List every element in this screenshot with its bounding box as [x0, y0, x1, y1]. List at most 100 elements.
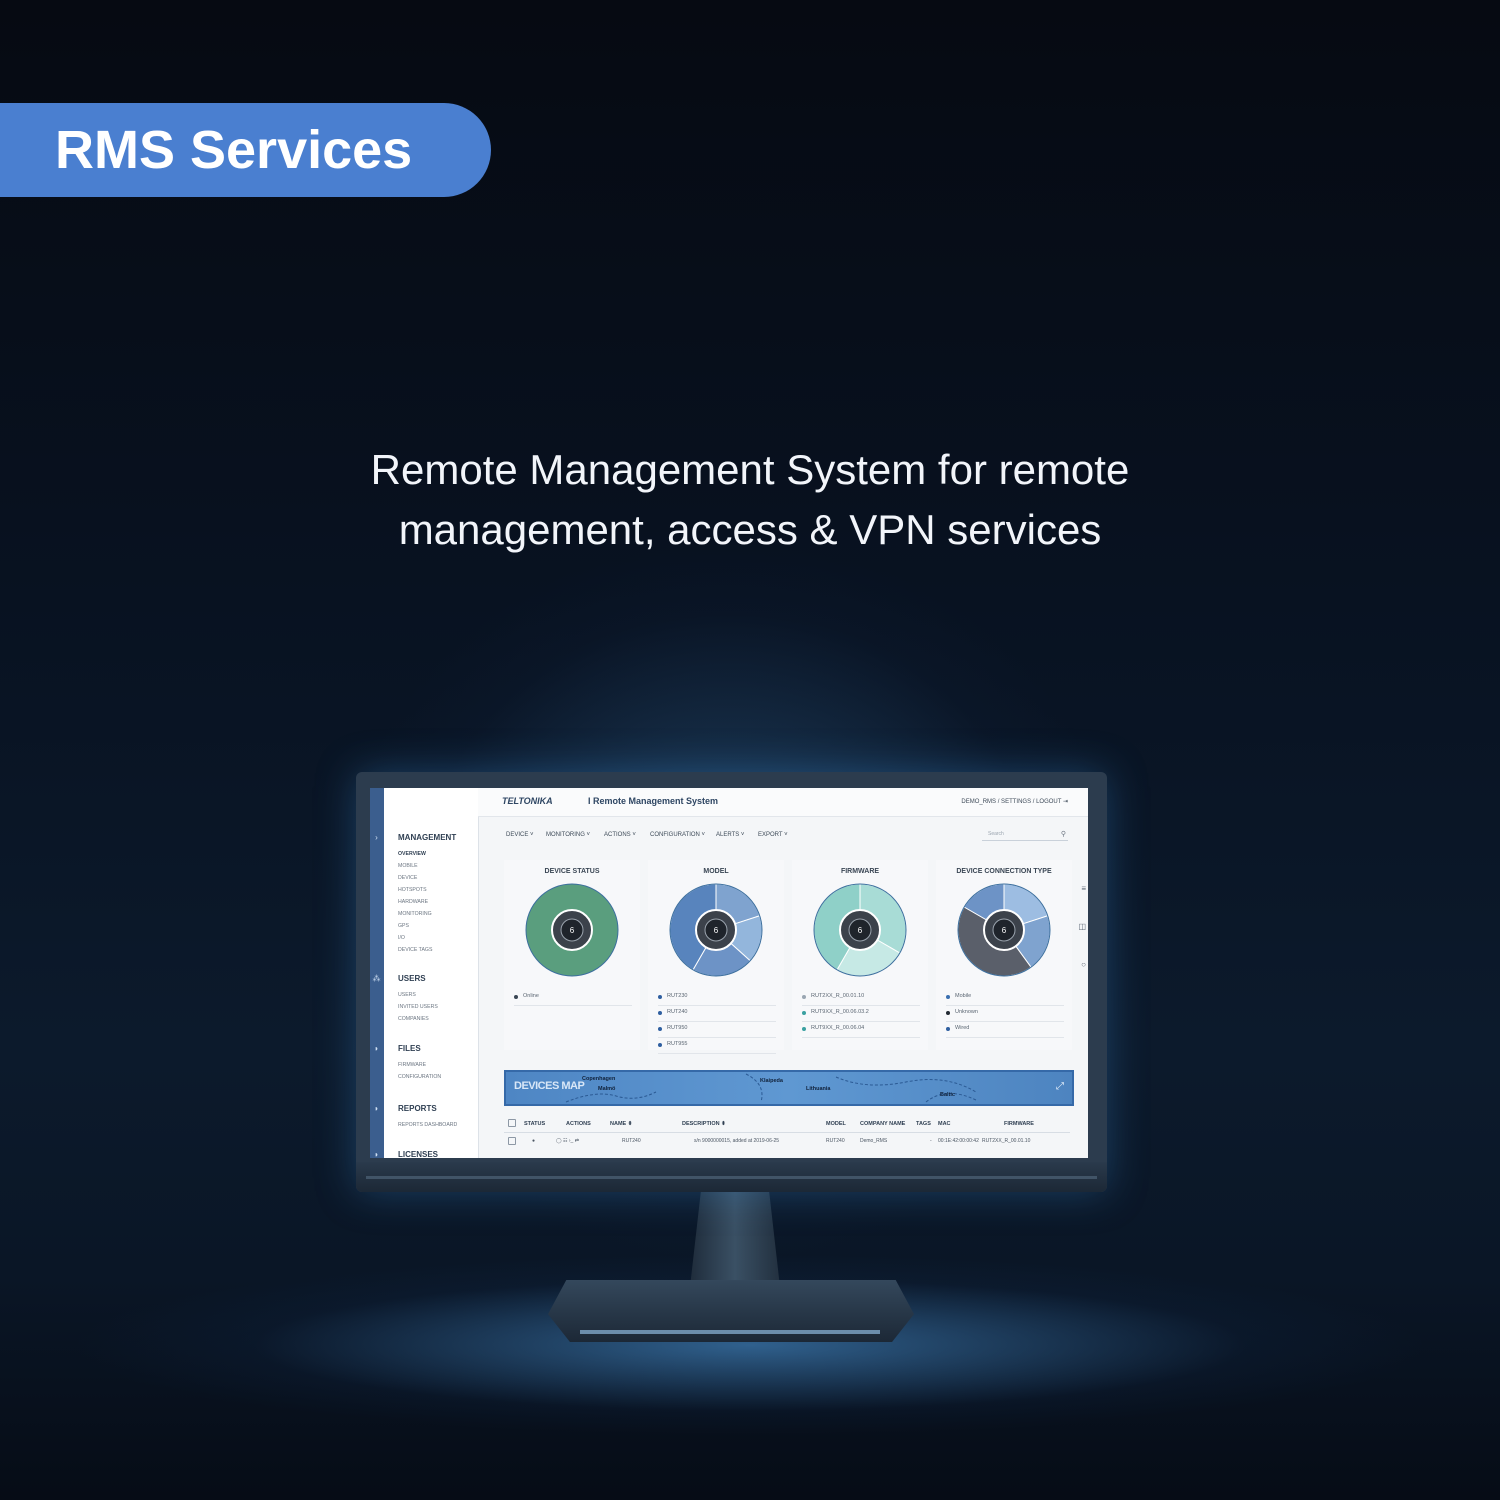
donut-chart[interactable]: 6	[956, 882, 1052, 978]
search-icon[interactable]: ⚲	[1061, 830, 1066, 838]
tagline-line-1: Remote Management System for remote	[370, 446, 1130, 493]
sidebar-item-firmware[interactable]: FIRMWARE	[398, 1062, 426, 1068]
legend-item[interactable]: RUT9XX_R_00.06.03.2	[802, 1006, 920, 1022]
legend-item[interactable]: RUT955	[658, 1038, 776, 1054]
legend-item[interactable]: Online	[514, 990, 632, 1006]
sidebar-item-hotspots[interactable]: HOTSPOTS	[398, 887, 427, 893]
sidebar-section-reports: REPORTS	[398, 1104, 437, 1113]
legend-item[interactable]: Wired	[946, 1022, 1064, 1038]
sidebar-item-invited-users[interactable]: INVITED USERS	[398, 1004, 438, 1010]
col-name[interactable]: NAME ⬍	[610, 1121, 632, 1127]
col-actions[interactable]: ACTIONS	[566, 1121, 591, 1127]
menu-monitoring[interactable]: MONITORING ˅	[546, 832, 590, 838]
legend-dot	[946, 1027, 950, 1031]
legend-label: Online	[523, 993, 539, 999]
row-company: Demo_RMS	[860, 1138, 888, 1144]
sidebar-item-device-tags[interactable]: DEVICE TAGS	[398, 947, 432, 953]
refresh-icon[interactable]: ○	[1081, 960, 1086, 969]
col-company-name[interactable]: COMPANY NAME	[860, 1121, 905, 1127]
legend-item[interactable]: Mobile	[946, 990, 1064, 1006]
rms-services-banner: RMS Services	[0, 103, 491, 197]
main-menu: DEVICE ˅ MONITORING ˅ ACTIONS ˅ CONFIGUR…	[478, 816, 1088, 850]
sidebar-section-licenses: LICENSES	[398, 1150, 439, 1158]
donut-chart[interactable]: 6	[668, 882, 764, 978]
select-all-checkbox[interactable]	[508, 1119, 516, 1127]
app-title: I Remote Management System	[588, 796, 719, 806]
row-description: s/n 9000000015, added at 2019-06-25	[694, 1138, 780, 1144]
filter-icon[interactable]: ≡	[1081, 884, 1086, 893]
donut-chart[interactable]: 6	[812, 882, 908, 978]
row-firmware: RUT2XX_R_00.01.10	[982, 1138, 1031, 1144]
sidebar-item-overview[interactable]: OVERVIEW	[398, 851, 426, 857]
chart-card-2: FIRMWARE 6 RUT2XX_R_00.01.10 RUT9XX_R_00.06…	[792, 860, 928, 1050]
legend-item[interactable]: RUT240	[658, 1006, 776, 1022]
chart-card-0: DEVICE STATUS 6 Online	[504, 860, 640, 1050]
row-name[interactable]: RUT240	[622, 1138, 641, 1144]
row-mac: 00:1E:42:00:00:42	[938, 1138, 979, 1144]
col-mac[interactable]: MAC	[938, 1121, 951, 1127]
map-label-lithuania: Lithuania	[806, 1086, 831, 1092]
sidebar-item-reports-dashboard[interactable]: REPORTS DASHBOARD	[398, 1122, 457, 1128]
devices-map[interactable]: DEVICES MAP Copenhagen Malmö Klaipeda Li…	[504, 1070, 1074, 1106]
legend-label: RUT9XX_R_00.06.03.2	[811, 1009, 869, 1015]
menu-actions[interactable]: ACTIONS ˅	[604, 832, 636, 838]
menu-device[interactable]: DEVICE ˅	[506, 832, 534, 838]
legend-label: RUT950	[667, 1025, 688, 1031]
legend-item[interactable]: RUT2XX_R_00.01.10	[802, 990, 920, 1006]
reports-icon[interactable]: ◗	[372, 1104, 381, 1113]
search-input[interactable]: Search ⚲	[982, 828, 1068, 841]
sidebar-item-companies[interactable]: COMPANIES	[398, 1016, 429, 1022]
legend-item[interactable]: RUT950	[658, 1022, 776, 1038]
chart-card-title: DEVICE STATUS	[544, 868, 600, 875]
sidebar-section-files: FILES	[398, 1044, 421, 1053]
col-description[interactable]: DESCRIPTION ⬍	[682, 1121, 726, 1127]
legend-dot	[658, 1027, 662, 1031]
menu-configuration[interactable]: CONFIGURATION ˅	[650, 832, 705, 838]
legend-label: RUT2XX_R_00.01.10	[811, 993, 865, 999]
legend-item[interactable]: RUT230	[658, 990, 776, 1006]
legend-label: RUT955	[667, 1041, 688, 1047]
files-icon[interactable]: ◗	[372, 1044, 381, 1053]
sidebar-item-device[interactable]: DEVICE	[398, 875, 417, 881]
row-actions[interactable]: ◯ ☷ ›_ ⇄	[556, 1138, 579, 1144]
columns-icon[interactable]: ◫	[1078, 922, 1086, 931]
legend-label: Wired	[955, 1025, 970, 1031]
col-firmware[interactable]: FIRMWARE	[1004, 1121, 1034, 1127]
monitor-chin	[356, 1162, 1107, 1192]
sidebar-item-mobile[interactable]: MOBILE	[398, 863, 418, 869]
monitor-base-light	[580, 1330, 880, 1334]
row-checkbox[interactable]	[508, 1137, 516, 1145]
legend-item[interactable]: RUT9XX_R_00.06.04	[802, 1022, 920, 1038]
legend-label: Mobile	[955, 993, 972, 999]
sidebar-item-gps[interactable]: GPS	[398, 923, 409, 929]
menu-export[interactable]: EXPORT ˅	[758, 832, 788, 838]
chart-legend: RUT230 RUT240 RUT950 RUT955	[658, 990, 776, 1054]
licenses-icon[interactable]: ◗	[372, 1150, 381, 1158]
table-row[interactable]: ● ◯ ☷ ›_ ⇄ RUT240 s/n 9000000015, added …	[504, 1134, 1070, 1148]
sidebar-item-configuration[interactable]: CONFIGURATION	[398, 1074, 441, 1080]
col-tags[interactable]: TAGS	[916, 1121, 931, 1127]
sidebar-item-users[interactable]: USERS	[398, 992, 416, 998]
sidebar-item-io[interactable]: I/O	[398, 935, 405, 941]
management-icon[interactable]: ›	[372, 833, 381, 842]
donut-center-value: 6	[1002, 926, 1007, 935]
teltonika-logo[interactable]: TELTONIKA	[502, 796, 553, 806]
legend-dot	[946, 995, 950, 999]
search-placeholder: Search	[988, 831, 1004, 837]
menu-alerts[interactable]: ALERTS ˅	[716, 832, 744, 838]
legend-label: Unknown	[955, 1009, 978, 1015]
chart-legend: RUT2XX_R_00.01.10 RUT9XX_R_00.06.03.2 RUT9…	[802, 990, 920, 1038]
col-model[interactable]: MODEL	[826, 1121, 846, 1127]
sidebar-item-hardware[interactable]: HARDWARE	[398, 899, 428, 905]
chart-card-title: MODEL	[703, 868, 729, 875]
legend-dot	[802, 995, 806, 999]
sidebar-item-monitoring[interactable]: MONITORING	[398, 911, 432, 917]
tagline: Remote Management System for remote mana…	[300, 440, 1200, 560]
legend-dot	[658, 1043, 662, 1047]
legend-item[interactable]: Unknown	[946, 1006, 1064, 1022]
col-status[interactable]: STATUS	[524, 1121, 545, 1127]
donut-chart[interactable]: 6	[524, 882, 620, 978]
expand-icon[interactable]: ⤢	[1056, 1081, 1064, 1092]
user-links[interactable]: DEMO_RMS / SETTINGS / LOGOUT ⇥	[961, 798, 1068, 805]
users-icon[interactable]: ⁂	[372, 974, 381, 983]
